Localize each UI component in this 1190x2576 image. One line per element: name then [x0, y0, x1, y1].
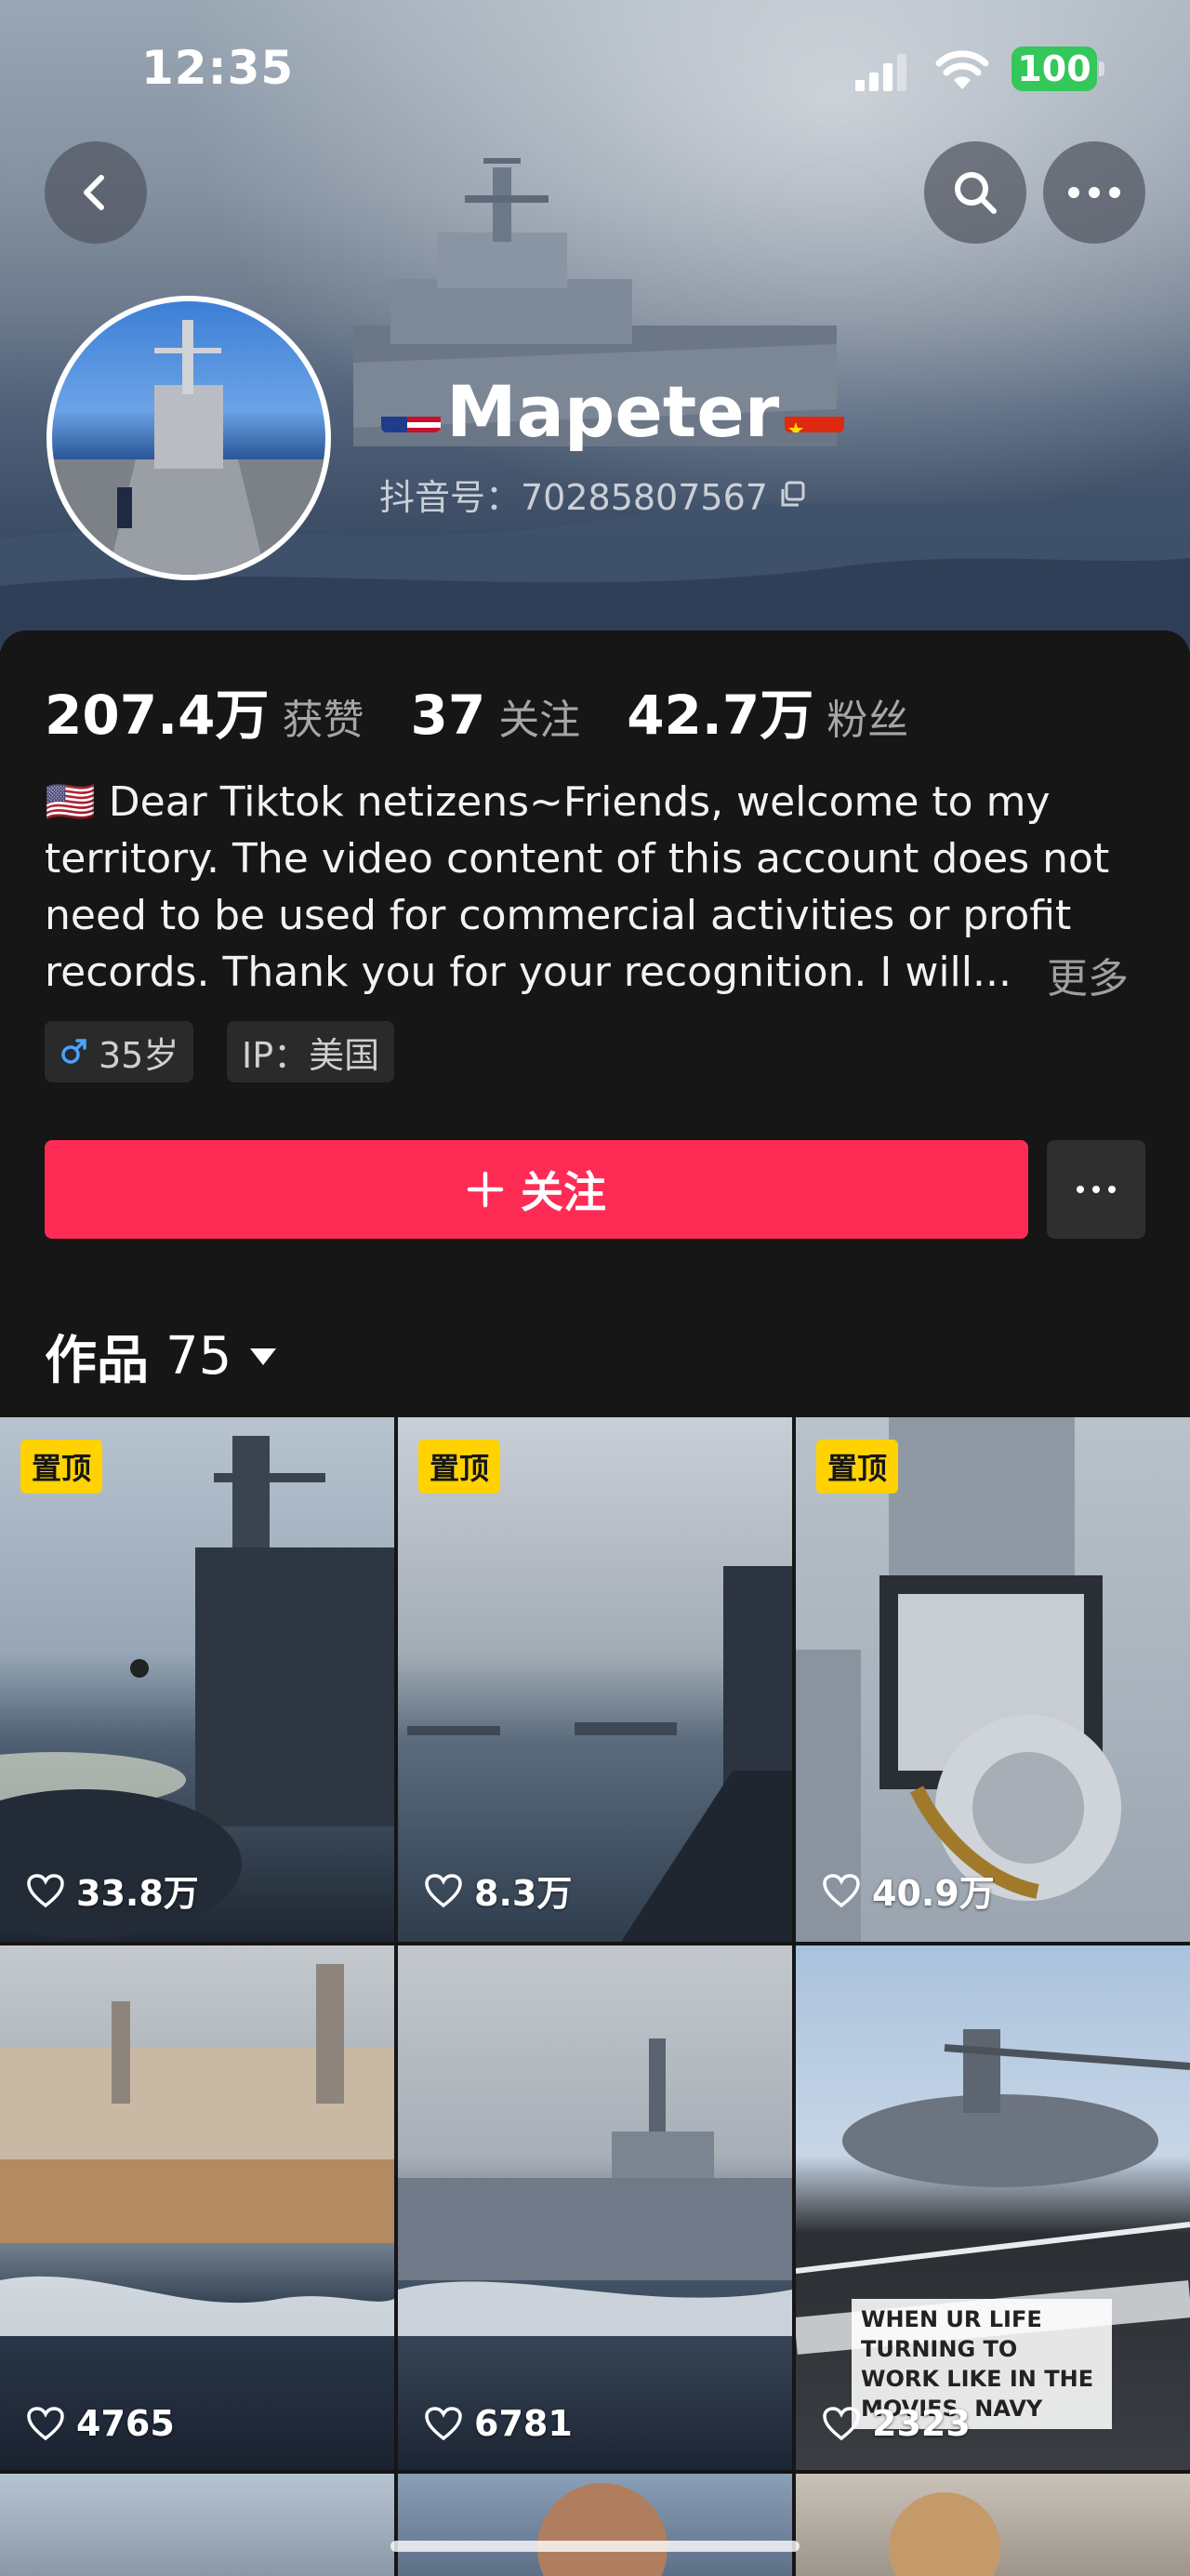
follow-label: 关注	[521, 1167, 606, 1217]
chevron-left-icon	[84, 175, 104, 210]
ellipsis-icon	[1068, 187, 1120, 198]
works-tab[interactable]: 作品 75	[45, 1319, 278, 1394]
male-icon	[61, 1039, 86, 1064]
video-likes-count: 2323	[872, 2403, 971, 2444]
profile-bio: 🇺🇸 Dear Tiktok netizens~Friends, welcome…	[45, 778, 1110, 996]
pinned-badge: 置顶	[816, 1440, 899, 1494]
heart-icon	[425, 1873, 462, 1907]
cn-flag-icon	[785, 392, 845, 432]
us-flag-icon	[381, 392, 441, 432]
profile-stats: 207.4万 获赞 37 关注 42.7万 粉丝	[45, 671, 955, 750]
signal-icon	[855, 54, 906, 91]
video-thumbnail[interactable]: 置顶 8.3万	[398, 1417, 792, 1942]
pinned-badge: 置顶	[20, 1440, 103, 1494]
battery-icon: 100	[1012, 46, 1097, 91]
video-scene	[407, 1566, 792, 1942]
likes-label: 获赞	[282, 697, 364, 744]
followers-count[interactable]: 42.7万	[627, 671, 813, 750]
video-likes: 33.8万	[26, 1865, 199, 1916]
copy-icon[interactable]	[779, 481, 807, 509]
wifi-icon	[935, 50, 989, 89]
video-thumbnail[interactable]	[0, 2474, 394, 2576]
follow-more-button[interactable]	[1047, 1140, 1145, 1239]
video-scene	[537, 2483, 668, 2576]
status-time: 12:35	[141, 41, 295, 95]
works-count: 75	[165, 1326, 232, 1387]
age-tag: 35岁	[45, 1021, 194, 1082]
age-text: 35岁	[99, 1034, 179, 1076]
video-likes: 40.9万	[822, 1865, 995, 1916]
likes-count[interactable]: 207.4万	[45, 671, 269, 750]
video-likes: 4765	[26, 2403, 175, 2444]
avatar-ship-image	[52, 320, 325, 575]
video-scene	[889, 2492, 1000, 2576]
video-likes-count: 40.9万	[872, 1873, 995, 1914]
video-thumbnail[interactable]: 置顶 40.9万	[796, 1417, 1190, 1942]
caret-down-icon	[250, 1348, 277, 1365]
profile-name: Mapeter	[381, 370, 845, 453]
video-thumbnail[interactable]: 4765	[0, 1945, 394, 2470]
heart-icon	[823, 1873, 860, 1907]
douyin-id-text: 抖音号：70285807567	[379, 477, 768, 518]
video-likes-count: 4765	[76, 2403, 175, 2444]
following-label: 关注	[498, 697, 581, 744]
video-likes-count: 6781	[474, 2403, 573, 2444]
video-likes: 6781	[424, 2403, 573, 2444]
video-thumbnail[interactable]	[398, 2474, 792, 2576]
search-button[interactable]	[924, 141, 1026, 244]
heart-icon	[823, 2407, 860, 2441]
plus-icon	[467, 1171, 504, 1208]
video-thumbnail[interactable]: 6781	[398, 1945, 792, 2470]
more-options-button[interactable]	[1043, 141, 1145, 244]
avatar[interactable]	[46, 296, 331, 580]
heart-icon	[425, 2407, 462, 2441]
douyin-id: 抖音号：70285807567	[379, 469, 807, 520]
video-scene	[0, 1964, 394, 2336]
video-scene	[796, 1417, 1121, 1942]
video-likes: 8.3万	[424, 1865, 572, 1916]
bio-more-link[interactable]: 更多	[1047, 945, 1129, 1004]
back-button[interactable]	[45, 141, 147, 244]
video-scene	[398, 2038, 792, 2336]
video-thumbnail[interactable]: 置顶 33.8万	[0, 1417, 394, 1942]
status-bar: 12:35 100	[0, 0, 1190, 139]
battery-tip	[1099, 61, 1104, 76]
ip-tag: IP：美国	[227, 1021, 395, 1082]
ip-text: IP：美国	[242, 1034, 380, 1076]
pinned-badge: 置顶	[418, 1440, 501, 1494]
works-label: 作品	[45, 1331, 149, 1391]
following-count[interactable]: 37	[410, 684, 485, 747]
video-scene	[0, 1436, 394, 1938]
search-icon	[955, 172, 997, 214]
followers-label: 粉丝	[826, 697, 909, 744]
video-likes-count: 33.8万	[76, 1873, 199, 1914]
video-thumbnail[interactable]	[796, 2474, 1190, 2576]
home-indicator	[390, 2541, 800, 2552]
profile-name-text: Mapeter	[446, 370, 780, 453]
video-likes: 2323	[822, 2403, 971, 2444]
heart-icon	[27, 1873, 64, 1907]
video-thumbnail[interactable]: WHEN UR LIFE TURNING TO WORK LIKE IN THE…	[796, 1945, 1190, 2470]
follow-button[interactable]: 关注	[45, 1140, 1028, 1239]
video-likes-count: 8.3万	[474, 1873, 573, 1914]
ellipsis-icon	[1077, 1186, 1116, 1193]
heart-icon	[27, 2407, 64, 2441]
